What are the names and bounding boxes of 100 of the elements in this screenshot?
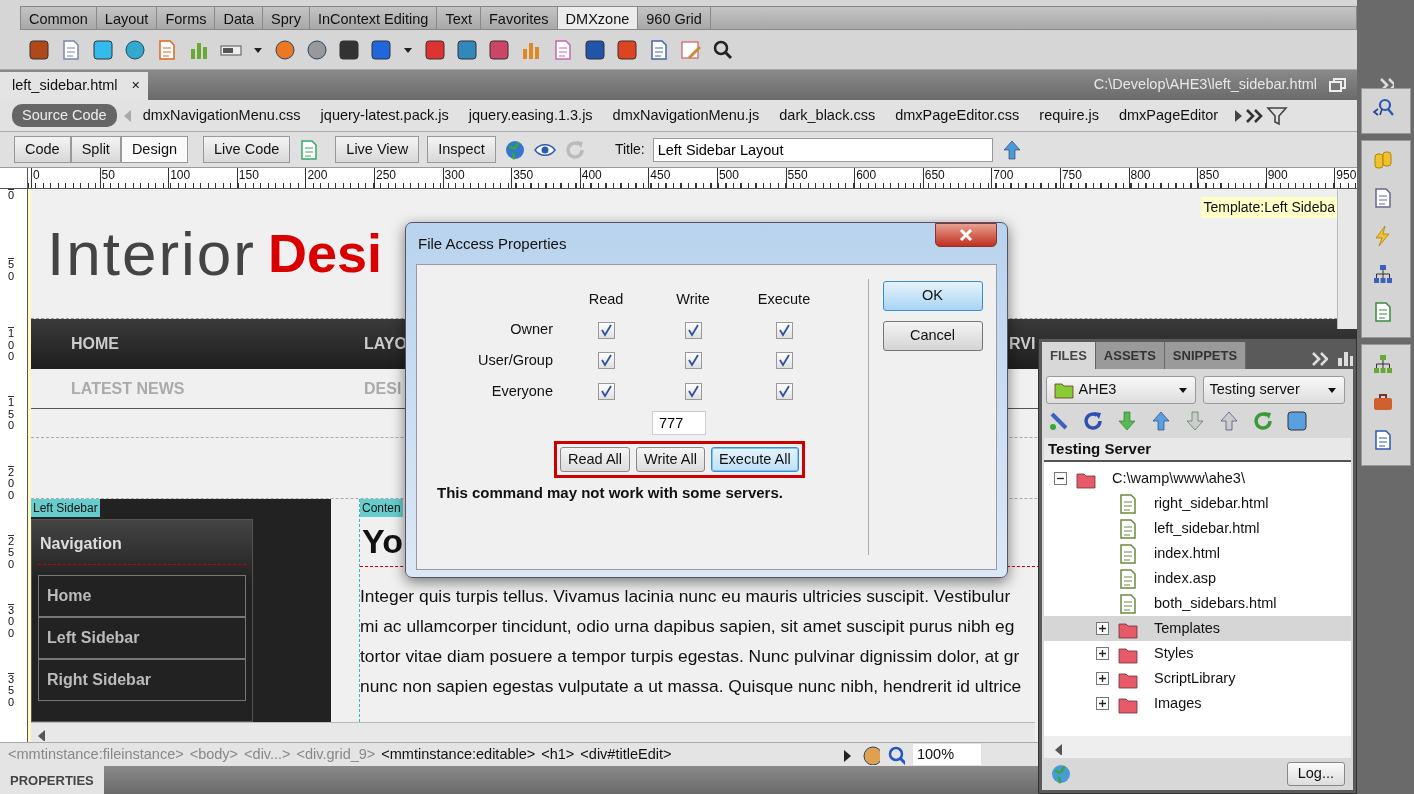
checkbox[interactable] xyxy=(775,321,793,339)
properties-tab[interactable]: PROPERTIES xyxy=(0,766,104,794)
insert-tab[interactable]: Spry xyxy=(262,6,309,30)
panel-tab[interactable]: SNIPPETS xyxy=(1164,341,1247,369)
scrollbar[interactable] xyxy=(1044,736,1351,758)
zoom-select[interactable]: 100% xyxy=(912,742,983,767)
scrollbar[interactable] xyxy=(31,722,1035,742)
row-label: Everyone xyxy=(491,381,554,401)
tree-item[interactable]: left_sidebar.html xyxy=(1096,516,1351,541)
expander-icon[interactable] xyxy=(1096,672,1109,685)
sync-icon[interactable] xyxy=(1252,409,1274,432)
tag-link[interactable]: <mmtinstance:editable> xyxy=(381,743,536,766)
related-file-link[interactable]: dmxNavigationMenu.css xyxy=(132,103,311,128)
file-icon[interactable] xyxy=(1117,592,1139,615)
upload-icon[interactable] xyxy=(1150,409,1172,432)
expander-icon[interactable] xyxy=(1096,697,1109,710)
edit-icon[interactable] xyxy=(680,38,702,61)
site-select[interactable]: AHE3 xyxy=(1045,376,1196,404)
file-icon[interactable] xyxy=(1117,517,1139,540)
sidebar-link[interactable]: Home xyxy=(38,575,246,617)
live-code-button[interactable]: Live Code xyxy=(203,135,291,164)
sidebar-link[interactable]: Right Sidebar xyxy=(38,659,246,701)
tree-item[interactable]: Images xyxy=(1096,691,1351,716)
related-file-link[interactable]: jquery.easing.1.3.js xyxy=(458,103,603,128)
related-file-link[interactable]: dmxPageEditor xyxy=(1108,103,1229,128)
insert-tab[interactable]: Common xyxy=(20,6,96,30)
tree-item[interactable]: C:\wamp\www\ahe3\ xyxy=(1054,466,1351,491)
checkbox[interactable] xyxy=(684,383,702,401)
toolbar-button[interactable]: Inspect xyxy=(427,135,496,164)
close-button[interactable] xyxy=(935,223,997,247)
insert-tab[interactable]: Data xyxy=(214,6,263,30)
related-file-link[interactable]: dmxNavigationMenu.js xyxy=(602,103,770,128)
log-button[interactable]: Log... xyxy=(1286,762,1345,786)
dialog-button[interactable]: Cancel xyxy=(882,320,983,351)
file-icon[interactable] xyxy=(1117,492,1139,515)
checkbox[interactable] xyxy=(597,352,615,370)
close-icon[interactable] xyxy=(958,227,974,243)
related-file-link[interactable]: dark_black.css xyxy=(769,103,886,128)
related-file-link[interactable]: jquery-latest.pack.js xyxy=(310,103,459,128)
globe-icon[interactable] xyxy=(503,138,526,161)
scrollbar[interactable] xyxy=(1337,189,1357,329)
logo-text: Desi xyxy=(267,222,383,285)
checkbox[interactable] xyxy=(597,383,615,401)
square-icon[interactable] xyxy=(370,38,392,61)
tree-item[interactable]: Styles xyxy=(1096,641,1351,666)
tag-link[interactable]: <h1> xyxy=(541,743,575,766)
insert-tab[interactable]: Text xyxy=(436,6,480,30)
file-icon[interactable] xyxy=(1117,567,1139,590)
expander-icon[interactable] xyxy=(1096,647,1109,660)
insert-tab[interactable]: Layout xyxy=(95,6,157,30)
panel-tab[interactable]: ASSETS xyxy=(1095,341,1165,369)
filter-icon[interactable] xyxy=(1266,104,1289,127)
panel-tab[interactable]: FILES xyxy=(1042,341,1096,369)
insert-tab[interactable]: InContext Editing xyxy=(308,6,437,30)
insert-tab[interactable]: 960 Grid xyxy=(637,6,710,30)
expander-icon[interactable] xyxy=(1054,472,1067,485)
octal-field[interactable]: 777 xyxy=(652,410,706,435)
document-icon[interactable] xyxy=(552,38,574,61)
zoom-icon[interactable] xyxy=(887,744,906,765)
checkbox[interactable] xyxy=(597,321,615,339)
checkbox[interactable] xyxy=(775,352,793,370)
toolbar-button[interactable]: Live View xyxy=(335,135,420,164)
search-icon[interactable] xyxy=(712,38,734,61)
column-header: Read xyxy=(588,289,624,309)
related-file-link[interactable]: Source Code xyxy=(12,103,117,128)
tag-link[interactable]: <div#titleEdit> xyxy=(580,743,672,766)
view-button[interactable]: Code xyxy=(14,135,71,164)
tree-item[interactable]: both_sidebars.html xyxy=(1096,591,1351,616)
refresh-icon[interactable] xyxy=(1082,409,1104,432)
tree-item[interactable]: Templates xyxy=(1044,616,1351,641)
close-button[interactable]: × xyxy=(131,75,141,100)
select-all-button[interactable]: Read All xyxy=(560,446,630,473)
insert-tab[interactable]: Forms xyxy=(156,6,215,30)
checkbox[interactable] xyxy=(775,383,793,401)
document-tab[interactable]: left_sidebar.html × xyxy=(0,72,149,100)
tree-item[interactable]: right_sidebar.html xyxy=(1096,491,1351,516)
insert-tab[interactable]: DMXzone xyxy=(556,6,638,30)
title-field[interactable]: Left Sidebar Layout xyxy=(652,137,993,162)
view-button[interactable]: Design xyxy=(120,135,189,164)
file-icon[interactable] xyxy=(1117,542,1139,565)
view-button[interactable]: Split xyxy=(70,135,121,164)
expander-icon[interactable] xyxy=(1096,622,1109,635)
select-all-button[interactable]: Execute All xyxy=(710,446,799,473)
nav-link[interactable]: HOME xyxy=(71,332,364,356)
restore-icon[interactable] xyxy=(1327,75,1347,95)
document-tab-label[interactable]: left_sidebar.html xyxy=(12,75,118,100)
tree-item[interactable]: index.html xyxy=(1096,541,1351,566)
insert-tab[interactable]: Favorites xyxy=(479,6,557,30)
checkbox[interactable] xyxy=(684,352,702,370)
dialog-button[interactable]: OK xyxy=(882,280,983,311)
tree-item[interactable]: index.asp xyxy=(1096,566,1351,591)
sidebar-link[interactable]: Left Sidebar xyxy=(38,617,246,659)
related-file-link[interactable]: dmxPageEditor.css xyxy=(885,103,1030,128)
related-file-link[interactable]: require.js xyxy=(1029,103,1109,128)
view-select[interactable]: Testing server xyxy=(1202,376,1345,404)
ruler-label: 450 xyxy=(648,168,717,188)
tree-item[interactable]: ScriptLibrary xyxy=(1096,666,1351,691)
checkbox[interactable] xyxy=(684,321,702,339)
select-all-button[interactable]: Write All xyxy=(636,446,705,473)
dialog-title: File Access Properties xyxy=(417,234,568,254)
